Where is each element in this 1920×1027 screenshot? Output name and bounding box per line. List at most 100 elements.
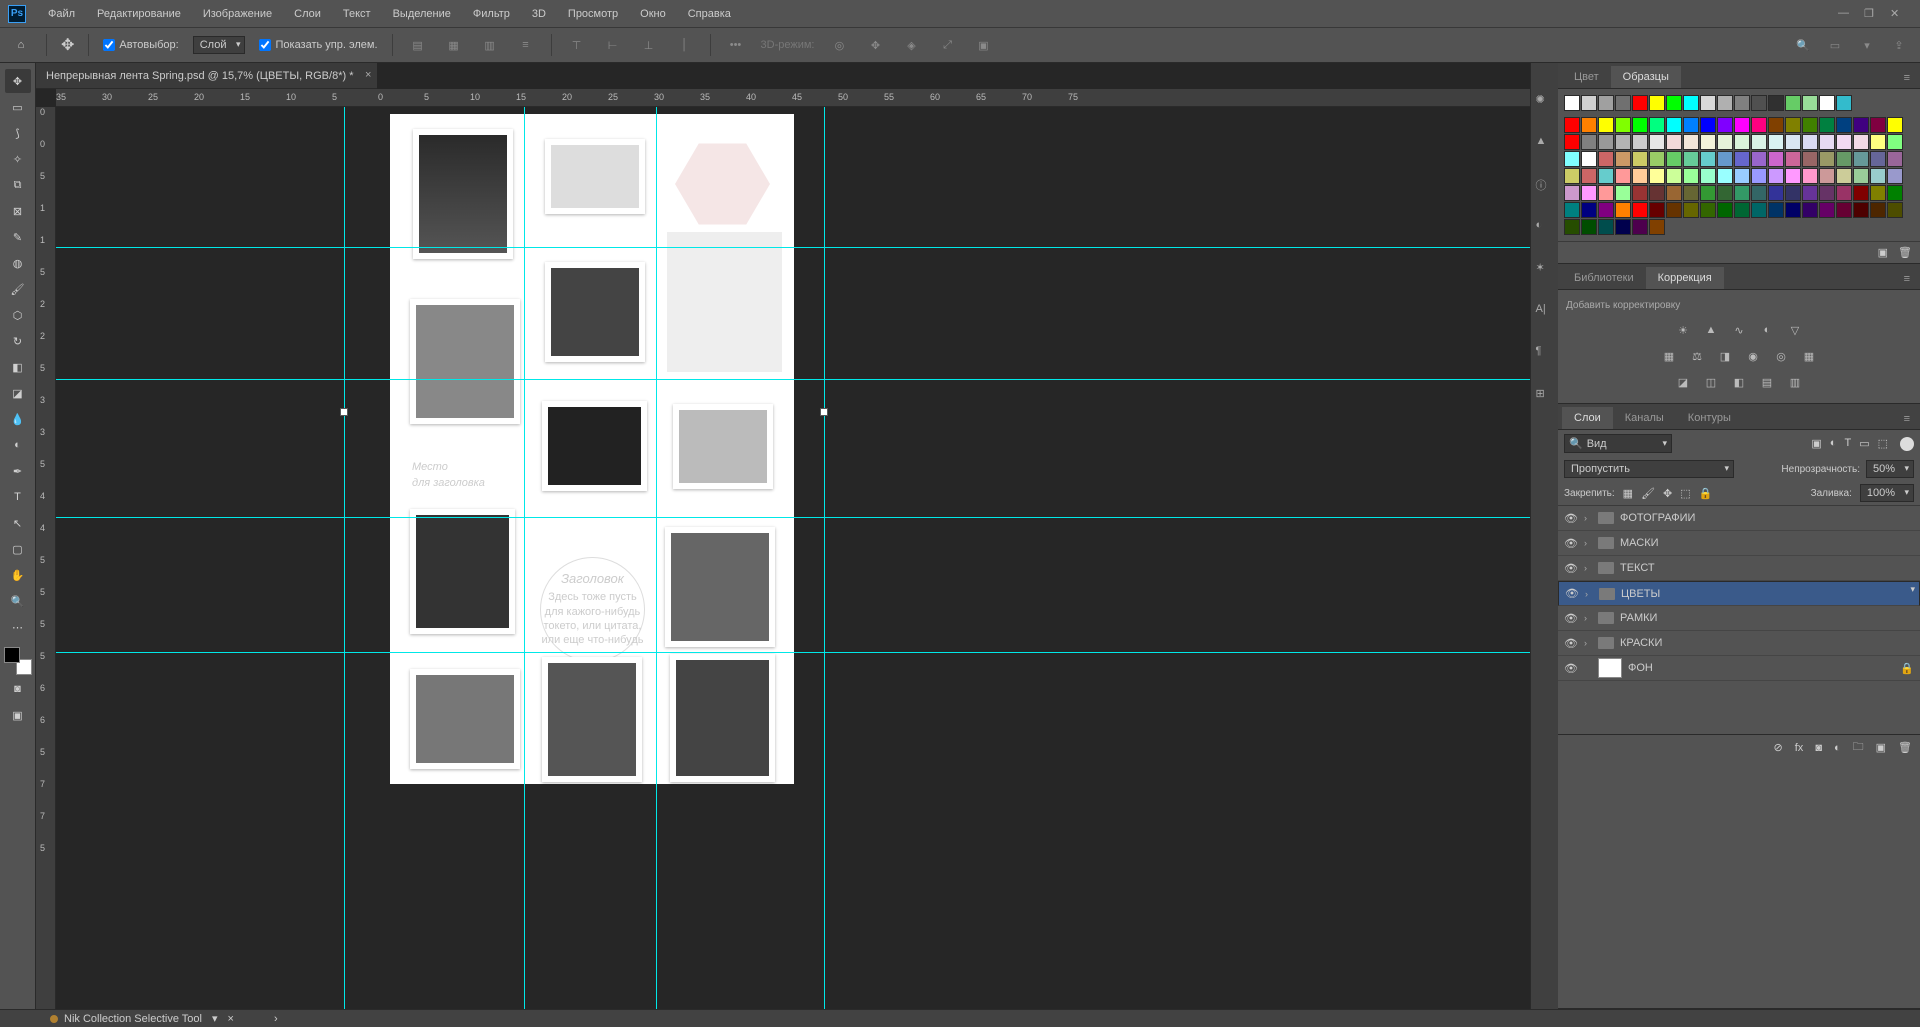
- menu-view[interactable]: Просмотр: [558, 4, 628, 24]
- swatch[interactable]: [1870, 185, 1886, 201]
- swatch[interactable]: [1853, 168, 1869, 184]
- move-tool[interactable]: ✥: [5, 69, 31, 93]
- menu-3d[interactable]: 3D: [522, 4, 556, 24]
- transform-handle[interactable]: [820, 408, 828, 416]
- filter-adjust-icon[interactable]: ◐: [1830, 437, 1837, 450]
- swatch[interactable]: [1700, 95, 1716, 111]
- swatch[interactable]: [1836, 168, 1852, 184]
- 3d-slide-icon[interactable]: ◈: [900, 34, 922, 56]
- layer-row[interactable]: 👁›ТЕКСТ: [1558, 556, 1920, 581]
- swatch[interactable]: [1751, 202, 1767, 218]
- expand-icon[interactable]: ›: [1584, 563, 1592, 573]
- tab-paths[interactable]: Контуры: [1676, 407, 1743, 429]
- swatch[interactable]: [1785, 151, 1801, 167]
- swatch[interactable]: [1768, 185, 1784, 201]
- swatch[interactable]: [1802, 185, 1818, 201]
- layer-row[interactable]: 👁›ФОТОГРАФИИ: [1558, 506, 1920, 531]
- menu-select[interactable]: Выделение: [383, 4, 461, 24]
- panel-menu-icon[interactable]: ≡: [1898, 269, 1916, 289]
- layer-thumbnail[interactable]: [1598, 658, 1622, 678]
- swatch[interactable]: [1819, 134, 1835, 150]
- blur-tool[interactable]: 💧: [5, 407, 31, 431]
- swatch[interactable]: [1700, 134, 1716, 150]
- tab-adjustments[interactable]: Коррекция: [1646, 267, 1724, 289]
- swatch[interactable]: [1870, 117, 1886, 133]
- guide-horizontal[interactable]: [56, 247, 1530, 248]
- visibility-icon[interactable]: 👁: [1564, 662, 1578, 675]
- new-layer-icon[interactable]: ▣: [1876, 741, 1886, 754]
- gradient-tool[interactable]: ◪: [5, 381, 31, 405]
- swatch[interactable]: [1768, 95, 1784, 111]
- swatch[interactable]: [1564, 134, 1580, 150]
- layer-row[interactable]: 👁›ЦВЕТЫ: [1558, 581, 1920, 606]
- color-lookup-icon[interactable]: ▦: [1800, 347, 1818, 365]
- swatch[interactable]: [1615, 168, 1631, 184]
- swatch[interactable]: [1853, 117, 1869, 133]
- swatch[interactable]: [1598, 151, 1614, 167]
- swatch[interactable]: [1700, 117, 1716, 133]
- swatch[interactable]: [1615, 219, 1631, 235]
- brightness-icon[interactable]: ☀: [1674, 321, 1692, 339]
- eyedropper-tool[interactable]: ✎: [5, 225, 31, 249]
- distribute-bottom-icon[interactable]: ⊥: [638, 34, 660, 56]
- layer-row[interactable]: 👁›МАСКИ: [1558, 531, 1920, 556]
- histogram-icon[interactable]: ▲: [1536, 135, 1554, 153]
- gradient-map-icon[interactable]: ▤: [1758, 373, 1776, 391]
- swatch[interactable]: [1802, 151, 1818, 167]
- clone-stamp-tool[interactable]: ⬡: [5, 303, 31, 327]
- healing-brush-tool[interactable]: ◍: [5, 251, 31, 275]
- visibility-icon[interactable]: 👁: [1564, 562, 1578, 575]
- swatch[interactable]: [1683, 134, 1699, 150]
- menu-help[interactable]: Справка: [678, 4, 741, 24]
- guide-vertical[interactable]: [344, 107, 345, 1009]
- visibility-icon[interactable]: 👁: [1564, 537, 1578, 550]
- swatch[interactable]: [1666, 95, 1682, 111]
- swatch[interactable]: [1581, 95, 1597, 111]
- layer-row[interactable]: 👁›КРАСКИ: [1558, 631, 1920, 656]
- invert-icon[interactable]: ◪: [1674, 373, 1692, 391]
- transform-handle[interactable]: [340, 408, 348, 416]
- swatch[interactable]: [1853, 151, 1869, 167]
- opacity-value[interactable]: 50%: [1866, 460, 1914, 478]
- swatch[interactable]: [1717, 134, 1733, 150]
- swatch[interactable]: [1632, 151, 1648, 167]
- edit-toolbar[interactable]: ⋯: [5, 615, 31, 639]
- visibility-icon[interactable]: 👁: [1564, 512, 1578, 525]
- brush-tool[interactable]: 🖌: [5, 277, 31, 301]
- swatch[interactable]: [1700, 168, 1716, 184]
- swatch[interactable]: [1649, 219, 1665, 235]
- visibility-icon[interactable]: 👁: [1564, 612, 1578, 625]
- swatch[interactable]: [1887, 134, 1903, 150]
- swatch[interactable]: [1683, 151, 1699, 167]
- swatch[interactable]: [1564, 219, 1580, 235]
- status-chevron-icon[interactable]: ›: [274, 1013, 278, 1025]
- vibrance-icon[interactable]: ▽: [1786, 321, 1804, 339]
- filter-smart-icon[interactable]: ⬚: [1878, 437, 1888, 450]
- swatch[interactable]: [1802, 202, 1818, 218]
- glyphs-icon[interactable]: ⊞: [1536, 387, 1554, 405]
- swatch[interactable]: [1768, 202, 1784, 218]
- layer-row[interactable]: 👁›РАМКИ: [1558, 606, 1920, 631]
- swatch[interactable]: [1836, 95, 1852, 111]
- menu-image[interactable]: Изображение: [193, 4, 282, 24]
- quick-mask-tool[interactable]: ◙: [5, 677, 31, 701]
- swatch[interactable]: [1581, 151, 1597, 167]
- new-adjustment-icon[interactable]: ◐: [1834, 742, 1841, 754]
- swatch[interactable]: [1700, 202, 1716, 218]
- panel-menu-icon[interactable]: ≡: [1898, 68, 1916, 88]
- swatch[interactable]: [1581, 168, 1597, 184]
- swatch[interactable]: [1819, 151, 1835, 167]
- share-icon[interactable]: ⇪: [1888, 34, 1910, 56]
- swatch[interactable]: [1870, 202, 1886, 218]
- lock-icon[interactable]: 🔒: [1900, 662, 1914, 675]
- canvas[interactable]: Местодля заголовка Заголовок Здесь тоже …: [390, 114, 794, 784]
- swatch[interactable]: [1751, 117, 1767, 133]
- ruler-horizontal[interactable]: 3530252015105051015202530354045505560657…: [56, 89, 1530, 107]
- type-tool[interactable]: T: [5, 485, 31, 509]
- menu-layers[interactable]: Слои: [284, 4, 331, 24]
- swatch[interactable]: [1785, 117, 1801, 133]
- 3d-pan-icon[interactable]: ✥: [864, 34, 886, 56]
- selective-color-icon[interactable]: ▥: [1786, 373, 1804, 391]
- tab-libraries[interactable]: Библиотеки: [1562, 267, 1646, 289]
- swatch[interactable]: [1717, 185, 1733, 201]
